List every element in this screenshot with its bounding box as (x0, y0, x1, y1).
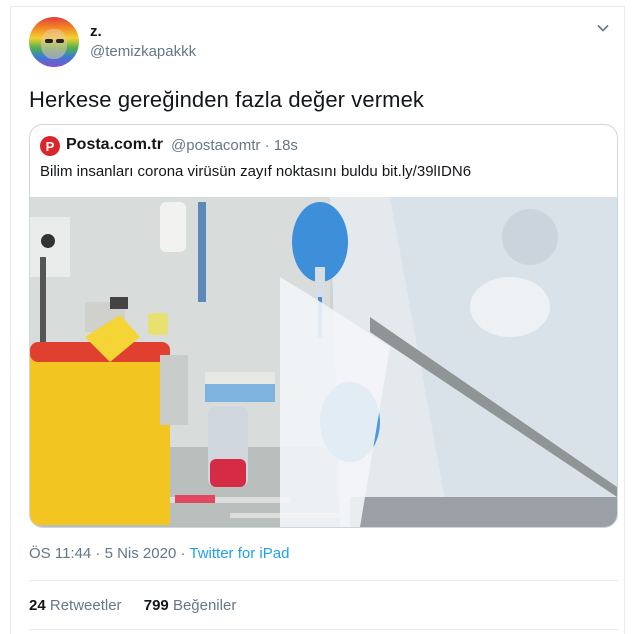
likes-stat[interactable]: 799 Beğeniler (144, 597, 237, 614)
user-handle[interactable]: @temizkapakkk (90, 43, 196, 60)
quoted-display-name: Posta.com.tr (66, 136, 163, 153)
chevron-down-icon[interactable] (596, 21, 610, 35)
quoted-photo[interactable] (30, 197, 617, 527)
tweet-stats: 24 Retweetler 799 Beğeniler (29, 597, 254, 614)
avatar-face (41, 29, 67, 59)
likes-label: Beğeniler (172, 597, 237, 614)
avatar-eye (45, 39, 53, 43)
tweet-text: Herkese gereğinden fazla değer vermek (29, 87, 425, 112)
retweets-label: Retweetler (49, 597, 122, 614)
source-link[interactable]: Twitter for iPad (189, 545, 289, 562)
posta-logo-icon: P (40, 136, 60, 156)
avatar-eye (56, 39, 64, 43)
likes-count: 799 (143, 597, 169, 614)
tweet-card: z. @temizkapakkk Herkese gereğinden fazl… (10, 6, 625, 634)
avatar[interactable] (29, 17, 79, 67)
divider (29, 580, 618, 581)
retweets-count: 24 (29, 597, 46, 614)
tweet-timestamp[interactable]: ÖS 11:44 · 5 Nis 2020 · (29, 545, 189, 562)
retweets-stat[interactable]: 24 Retweetler (29, 597, 122, 614)
quoted-handle: @postacomtr · 18s (171, 137, 298, 154)
quoted-text: Bilim insanları corona virüsün zayıf nok… (40, 163, 472, 180)
quoted-tweet[interactable]: P Posta.com.tr @postacomtr · 18s Bilim i… (29, 124, 618, 528)
divider (29, 629, 618, 630)
tweet-meta: ÖS 11:44 · 5 Nis 2020 · Twitter for iPad (29, 545, 289, 562)
display-name[interactable]: z. (90, 23, 102, 40)
